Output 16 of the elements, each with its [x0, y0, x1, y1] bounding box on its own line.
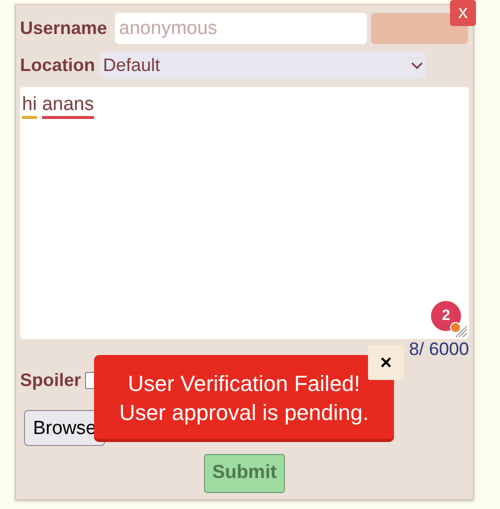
message-field[interactable]: hi anans 2 — [20, 87, 469, 339]
resize-grip-icon[interactable] — [456, 326, 468, 338]
spoiler-checkbox[interactable] — [85, 372, 94, 389]
close-button[interactable]: x — [450, 0, 476, 26]
username-label: Username — [20, 17, 108, 40]
spoiler-label: Spoiler — [20, 369, 82, 392]
chevron-icon — [411, 62, 423, 70]
username-field[interactable]: anonymous — [115, 13, 368, 44]
count-badge: 2 — [431, 301, 461, 331]
toast-close-button[interactable]: × — [368, 345, 404, 380]
status-dot — [450, 322, 461, 333]
misspelled-word: hi — [22, 94, 37, 119]
location-select[interactable]: Default — [99, 52, 427, 79]
character-counter: 8/ 6000 — [408, 339, 469, 359]
misspelled-word: anans — [42, 94, 94, 119]
location-label: Location — [20, 54, 95, 77]
